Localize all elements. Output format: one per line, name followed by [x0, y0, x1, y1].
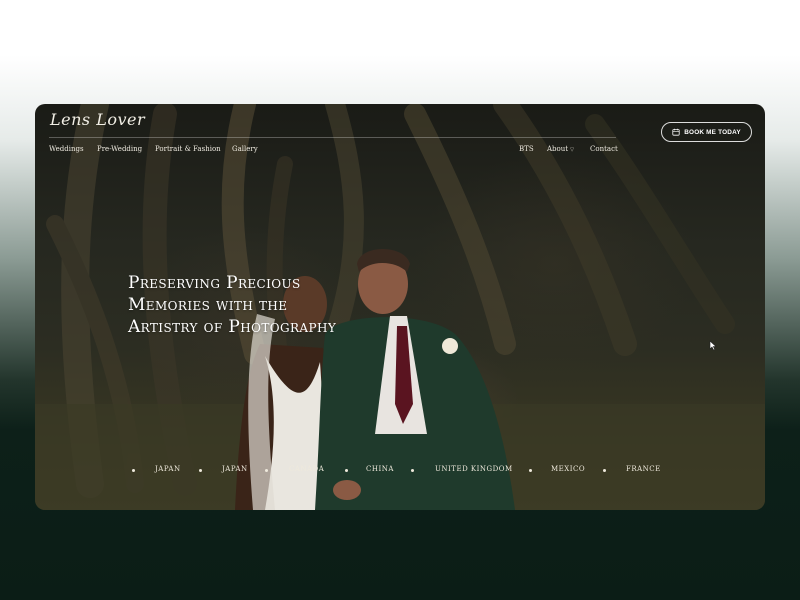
hero-headline: Preserving Precious Memories with the Ar… [128, 272, 336, 338]
header-divider [49, 137, 616, 138]
country-item: JAPAN [222, 465, 248, 473]
calendar-icon [672, 128, 680, 136]
countries-ticker: JAPAN JAPAN CANADA CHINA UNITED KINGDOM … [35, 465, 765, 479]
separator-dot [411, 469, 414, 472]
separator-dot [529, 469, 532, 472]
chevron-down-icon: ▽ [570, 147, 574, 153]
separator-dot [199, 469, 202, 472]
book-me-today-button[interactable]: BOOK ME TODAY [661, 122, 752, 142]
country-item: CANADA [289, 465, 325, 473]
hero-frame: Lens Lover BOOK ME TODAY Weddings Pre-We… [35, 104, 765, 510]
headline-line: Preserving Precious [128, 273, 301, 293]
separator-dot [265, 469, 268, 472]
nav-item-portrait-fashion[interactable]: Portrait & Fashion [155, 145, 221, 153]
separator-dot [603, 469, 606, 472]
nav-item-gallery[interactable]: Gallery [232, 145, 258, 153]
nav-item-pre-wedding[interactable]: Pre-Wedding [97, 145, 142, 153]
nav-item-about[interactable]: About ▽ [547, 145, 574, 153]
separator-dot [345, 469, 348, 472]
brand-logo[interactable]: Lens Lover [50, 110, 145, 129]
country-item: UNITED KINGDOM [435, 465, 513, 473]
book-me-today-label: BOOK ME TODAY [684, 128, 741, 136]
separator-dot [132, 469, 135, 472]
country-item: CHINA [366, 465, 394, 473]
country-item: FRANCE [626, 465, 661, 473]
nav-item-bts[interactable]: BTS [519, 145, 534, 153]
nav-item-about-label: About [547, 145, 569, 153]
nav-item-contact[interactable]: Contact [590, 145, 618, 153]
nav-item-weddings[interactable]: Weddings [49, 145, 84, 153]
country-item: MEXICO [551, 465, 586, 473]
country-item: JAPAN [155, 465, 181, 473]
headline-line: Artistry of Photography [128, 317, 337, 337]
headline-line: Memories with the [128, 295, 288, 315]
mouse-cursor-icon [709, 340, 717, 351]
